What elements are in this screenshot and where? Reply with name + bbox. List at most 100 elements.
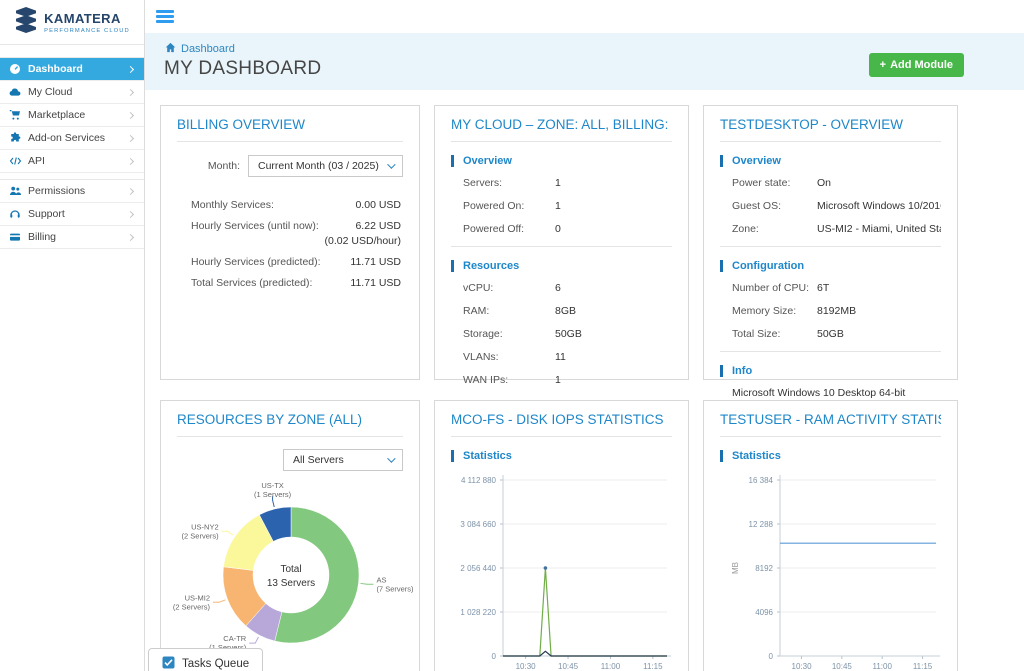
svg-text:0: 0: [769, 652, 774, 661]
tasks-queue-label: Tasks Queue: [182, 658, 249, 670]
svg-text:11:00: 11:00: [601, 662, 621, 671]
ram-activity-card: TESTUSER - RAM ACTIVITY STATISTICS Stati…: [703, 400, 958, 671]
svg-text:US-TX: US-TX: [261, 481, 284, 490]
home-icon: [165, 42, 176, 56]
breadcrumb-label: Dashboard: [181, 43, 235, 55]
card-title: BILLING OVERVIEW: [177, 117, 403, 132]
breadcrumb[interactable]: Dashboard: [165, 42, 235, 56]
brand-name: KAMATERA: [44, 11, 130, 26]
sidebar-menu: Dashboard My Cloud Marketplace Add-on Se…: [0, 57, 144, 249]
section-configuration: Configuration: [720, 260, 941, 272]
chevron-right-icon: [127, 88, 134, 95]
billing-row: Hourly Services (predicted): 11.71 USD: [177, 256, 403, 268]
page-header: Dashboard MY DASHBOARD + Add Module: [145, 33, 1024, 90]
hamburger-menu-icon[interactable]: [156, 10, 174, 25]
svg-text:US-NY2: US-NY2: [191, 522, 219, 531]
card-title: TESTDESKTOP - OVERVIEW: [720, 117, 941, 132]
svg-text:10:45: 10:45: [832, 662, 853, 671]
sidebar: KAMATERA PERFORMANCE CLOUD Dashboard My …: [0, 0, 145, 671]
ram-activity-line-chart: 04096819212 28816 38410:3010:4511:0011:1…: [720, 472, 941, 671]
svg-text:11:15: 11:15: [643, 662, 663, 671]
svg-text:16 384: 16 384: [749, 476, 774, 485]
kv-row: Total Size:50GB: [720, 328, 941, 340]
dashboard-icon: [9, 63, 28, 75]
headset-icon: [9, 208, 28, 220]
kv-row: Servers:1: [451, 177, 672, 189]
card-title: MCO-FS - DISK IOPS STATISTICS: [451, 412, 672, 427]
add-module-button[interactable]: + Add Module: [869, 53, 964, 77]
chevron-right-icon: [127, 134, 134, 141]
tasks-queue-button[interactable]: Tasks Queue: [148, 648, 263, 671]
kv-row: RAM:8GB: [451, 305, 672, 317]
section-resources: Resources: [451, 260, 672, 272]
sidebar-item-add-on-services[interactable]: Add-on Services: [0, 127, 144, 150]
section-statistics: Statistics: [451, 450, 672, 462]
billing-row: Total Services (predicted): 11.71 USD: [177, 277, 403, 289]
resources-by-zone-donut-chart: AS(7 Servers)CA-TR(1 Servers)US-MI2(2 Se…: [177, 475, 403, 671]
sidebar-item-dashboard[interactable]: Dashboard: [0, 58, 144, 81]
svg-text:4096: 4096: [755, 608, 773, 617]
svg-text:12 288: 12 288: [749, 520, 774, 529]
brand-tagline: PERFORMANCE CLOUD: [44, 28, 130, 34]
sidebar-item-billing[interactable]: Billing: [0, 226, 144, 249]
svg-text:11:15: 11:15: [913, 662, 933, 671]
card-title: RESOURCES BY ZONE (ALL): [177, 412, 403, 427]
sidebar-item-marketplace[interactable]: Marketplace: [0, 104, 144, 127]
chevron-right-icon: [127, 65, 134, 72]
card-title: MY CLOUD – ZONE: ALL, BILLING: HOURLY: [451, 117, 672, 132]
kv-row: Power state:On: [720, 177, 941, 189]
kv-row: Storage:50GB: [451, 328, 672, 340]
cloud-icon: [9, 86, 28, 98]
my-cloud-card: MY CLOUD – ZONE: ALL, BILLING: HOURLY Ov…: [434, 105, 689, 380]
credit-card-icon: [9, 231, 28, 243]
kv-row: Number of CPU:6T: [720, 282, 941, 294]
sidebar-item-api[interactable]: API: [0, 150, 144, 173]
svg-text:1 028 220: 1 028 220: [460, 608, 496, 617]
svg-text:(2 Servers): (2 Servers): [173, 602, 211, 611]
svg-text:8192: 8192: [755, 564, 773, 573]
disk-iops-card: MCO-FS - DISK IOPS STATISTICS Statistics…: [434, 400, 689, 671]
billing-overview-card: BILLING OVERVIEW Month: Current Month (0…: [160, 105, 420, 380]
section-overview: Overview: [451, 155, 672, 167]
svg-text:AS: AS: [376, 575, 386, 584]
chevron-down-icon: [387, 160, 395, 168]
svg-text:Total: Total: [280, 564, 301, 575]
code-icon: [9, 155, 28, 167]
sidebar-item-support[interactable]: Support: [0, 203, 144, 226]
brand-logo[interactable]: KAMATERA PERFORMANCE CLOUD: [0, 0, 144, 45]
chevron-right-icon: [127, 111, 134, 118]
kv-row: Powered On:1: [451, 200, 672, 212]
sidebar-item-permissions[interactable]: Permissions: [0, 180, 144, 203]
kv-row: Guest OS:Microsoft Windows 10/2016/2019: [720, 200, 941, 212]
dashboard-content: BILLING OVERVIEW Month: Current Month (0…: [145, 90, 1024, 671]
section-info: Info: [720, 365, 941, 377]
kamatera-logo-icon: [14, 7, 38, 38]
sidebar-divider: [0, 173, 144, 180]
svg-text:4 112 880: 4 112 880: [461, 476, 497, 485]
sidebar-item-my-cloud[interactable]: My Cloud: [0, 81, 144, 104]
svg-text:(2 Servers): (2 Servers): [182, 531, 220, 540]
chevron-right-icon: [127, 210, 134, 217]
testdesktop-overview-card: TESTDESKTOP - OVERVIEW Overview Power st…: [703, 105, 958, 380]
svg-text:0: 0: [492, 652, 497, 661]
chevron-right-icon: [127, 187, 134, 194]
disk-iops-line-chart: 01 028 2202 056 4403 084 6604 112 88010:…: [451, 472, 672, 671]
kv-row: WAN IPs:1: [451, 374, 672, 386]
section-overview: Overview: [720, 155, 941, 167]
billing-row-subvalue: (0.02 USD/hour): [177, 235, 401, 247]
server-filter-select[interactable]: All Servers: [283, 449, 403, 471]
svg-text:(7 Servers): (7 Servers): [376, 584, 414, 593]
billing-row: Hourly Services (until now): 6.22 USD: [177, 220, 403, 232]
info-value: Microsoft Windows 10 Desktop 64-bit: [720, 387, 941, 399]
card-title: TESTUSER - RAM ACTIVITY STATISTICS: [720, 412, 941, 427]
chevron-right-icon: [127, 157, 134, 164]
svg-text:MB: MB: [731, 562, 740, 574]
section-statistics: Statistics: [720, 450, 941, 462]
month-select[interactable]: Current Month (03 / 2025): [248, 155, 403, 177]
kv-row: Powered Off:0: [451, 223, 672, 235]
svg-text:10:30: 10:30: [516, 662, 537, 671]
kv-row: Zone:US-MI2 - Miami, United States, Nort…: [720, 223, 941, 235]
billing-row: Monthly Services: 0.00 USD: [177, 199, 403, 211]
checked-checkbox-icon: [162, 656, 175, 671]
plus-icon: +: [880, 59, 886, 71]
